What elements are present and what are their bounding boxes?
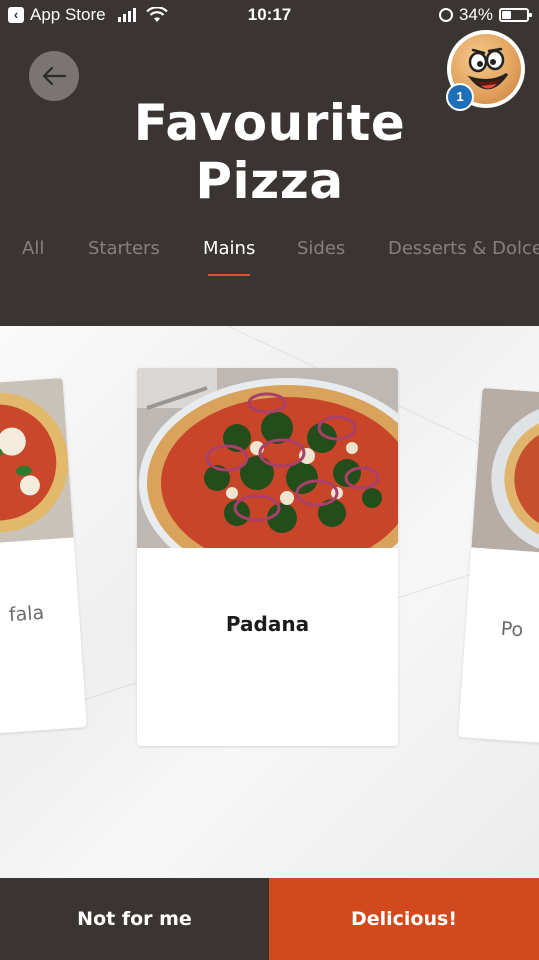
next-dish-card[interactable]: Po [458, 387, 539, 755]
page-title-line1: Favourite [133, 94, 406, 152]
dish-name: Padana [225, 612, 310, 636]
card-stack: fala Po Padana [0, 326, 539, 878]
orientation-lock-icon [438, 8, 453, 22]
header: 1 Favourite Pizza All Starters Mains Sid… [0, 30, 539, 326]
battery-icon [499, 8, 532, 22]
page-title: Favourite Pizza [0, 94, 539, 210]
previous-dish-card[interactable]: fala [0, 377, 87, 745]
dish-photo [137, 368, 398, 588]
arrow-left-icon [42, 66, 67, 86]
status-bar: ‹ App Store 10:17 34% [0, 0, 539, 30]
delicious-button[interactable]: Delicious! [269, 878, 539, 960]
tab-all[interactable]: All [22, 238, 44, 259]
tab-sides[interactable]: Sides [297, 238, 345, 259]
tab-mains[interactable]: Mains [203, 238, 255, 259]
next-dish-photo [471, 387, 539, 565]
status-right: 34% [438, 5, 532, 25]
active-tab-indicator [208, 274, 250, 276]
battery-percent: 34% [458, 5, 493, 24]
not-for-me-button[interactable]: Not for me [0, 878, 269, 960]
page-title-line2: Pizza [195, 152, 344, 210]
tab-starters[interactable]: Starters [88, 238, 160, 259]
previous-dish-photo [0, 377, 74, 555]
dish-card[interactable]: Padana [137, 368, 398, 746]
category-tabs: All Starters Mains Sides Desserts & Dolc… [0, 238, 539, 278]
next-dish-name: Po [499, 617, 524, 642]
tab-desserts[interactable]: Desserts & Dolce [388, 238, 539, 259]
previous-dish-name: fala [8, 601, 45, 627]
